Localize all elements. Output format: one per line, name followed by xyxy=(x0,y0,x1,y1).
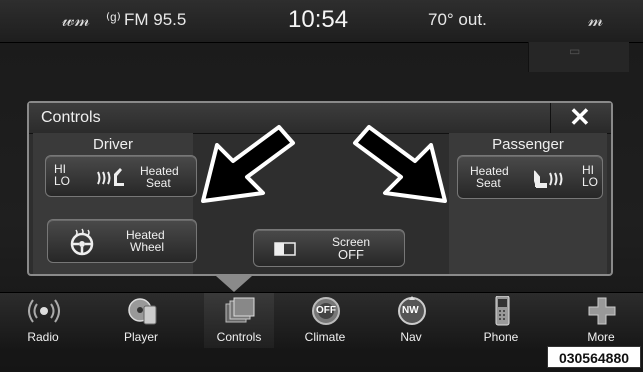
close-icon: ✕ xyxy=(569,102,591,132)
outside-temp: 70° out. xyxy=(428,10,487,29)
nav-player-label: Player xyxy=(123,330,158,344)
driver-heading: Driver xyxy=(93,136,133,153)
nav-nav-label: Nav xyxy=(400,330,422,344)
driver-section: Driver HI LO Heated Seat Heated Wheel xyxy=(33,133,197,274)
passenger-seat-label-2: Seat xyxy=(476,176,501,190)
panel-title: Controls xyxy=(41,109,101,126)
image-code: 030564880 xyxy=(547,346,641,368)
nav-radio-label: Radio xyxy=(27,330,59,344)
nav-direction-badge: NW xyxy=(402,305,419,316)
heated-wheel-label-2: Wheel xyxy=(130,240,165,254)
nav-more-label: More xyxy=(587,330,615,344)
nav-player[interactable]: Player xyxy=(106,293,176,348)
nav-phone[interactable]: Phone xyxy=(466,293,536,348)
nav-controls-label: Controls xyxy=(216,330,262,344)
nav-nav[interactable]: NW Nav xyxy=(376,293,446,348)
player-icon xyxy=(128,298,157,325)
passenger-seat-status-icon: 𝓂 xyxy=(588,10,604,30)
driver-heated-seat-icon xyxy=(97,168,124,186)
heated-seat-status-icon: 𝓌𝓂 xyxy=(62,10,90,30)
radio-icon xyxy=(28,299,60,323)
plus-icon xyxy=(588,297,616,325)
controls-panel: Controls ✕ Driver HI LO Heated Seat Heat… xyxy=(27,101,613,276)
nav-climate[interactable]: OFF Climate xyxy=(290,293,360,348)
passenger-heated-seat-icon xyxy=(534,170,563,188)
passenger-seat-lo: LO xyxy=(582,175,599,189)
nav-more[interactable]: More xyxy=(566,293,636,348)
driver-seat-label-2: Seat xyxy=(146,176,171,190)
nav-radio[interactable]: Radio xyxy=(8,293,78,348)
screen-icon xyxy=(274,242,296,256)
nav-phone-label: Phone xyxy=(483,330,519,344)
callout-arrow-right xyxy=(353,125,447,203)
radio-signal-icon: ⁽ᵍ⁾ xyxy=(106,10,121,29)
passenger-section: Passenger Heated Seat HI LO xyxy=(449,133,607,274)
rear-defrost-icon: ▭ xyxy=(569,44,581,58)
status-bar: 𝓌𝓂 ⁽ᵍ⁾ FM 95.5 10:54 70° out. 𝓂 xyxy=(0,0,643,43)
nav-controls[interactable]: Controls xyxy=(204,293,274,348)
screen-off-button[interactable]: Screen OFF xyxy=(253,229,405,267)
nav-climate-label: Climate xyxy=(304,330,346,344)
selection-pointer xyxy=(216,276,252,292)
uconnect-screen: 𝓌𝓂 ⁽ᵍ⁾ FM 95.5 10:54 70° out. 𝓂 ▭ Contro… xyxy=(0,0,643,372)
clock: 10:54 xyxy=(288,6,349,33)
climate-off-badge: OFF xyxy=(316,305,336,316)
steering-wheel-icon xyxy=(70,228,94,256)
radio-station[interactable]: FM 95.5 xyxy=(124,10,186,30)
passenger-heading: Passenger xyxy=(492,136,564,153)
driver-heated-seat-button[interactable]: HI LO Heated Seat xyxy=(45,155,197,197)
screen-off-label-2: OFF xyxy=(338,247,364,262)
heated-wheel-button[interactable]: Heated Wheel xyxy=(47,219,197,263)
callout-arrow-left xyxy=(201,125,295,203)
bottom-nav: Radio Player Controls OFF Climate NW Nav… xyxy=(0,292,643,348)
close-button[interactable]: ✕ xyxy=(550,102,611,133)
driver-seat-lo: LO xyxy=(54,174,71,188)
passenger-heated-seat-button[interactable]: Heated Seat HI LO xyxy=(457,155,603,199)
phone-icon xyxy=(495,296,510,326)
controls-icon xyxy=(225,297,255,323)
panel-header: Controls ✕ xyxy=(29,102,611,134)
rear-defrost-button[interactable]: ▭ xyxy=(528,42,629,72)
